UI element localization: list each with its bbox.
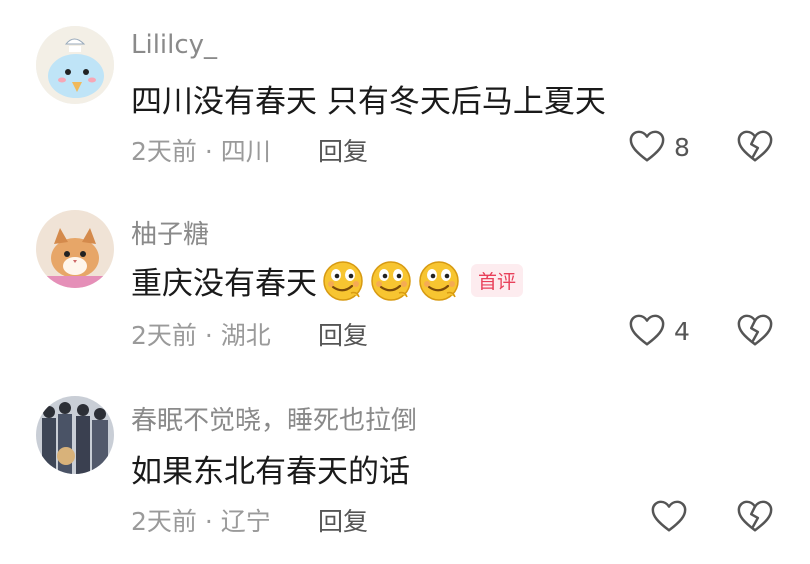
- username[interactable]: 春眠不觉晓，睡死也拉倒: [131, 400, 417, 437]
- comment-text: 重庆没有春天 首评: [131, 258, 524, 303]
- comment-item: 柚子糖 重庆没有春天 首评 2天前 · 湖北 回复 4: [0, 188, 810, 378]
- heart-icon: [628, 312, 666, 350]
- dislike-button[interactable]: [736, 498, 774, 540]
- comment-text-content: 如果东北有春天的话: [131, 454, 410, 490]
- username[interactable]: Lililcy_: [131, 30, 217, 60]
- username[interactable]: 柚子糖: [131, 214, 209, 251]
- first-comment-badge: 首评: [471, 264, 524, 297]
- like-button[interactable]: [650, 498, 688, 536]
- like-button[interactable]: 8: [628, 128, 690, 166]
- reply-button[interactable]: 回复: [318, 502, 368, 538]
- comment-text: 如果东北有春天的话: [131, 446, 410, 491]
- dislike-button[interactable]: [736, 128, 774, 170]
- broken-heart-icon: [736, 128, 774, 166]
- broken-heart-icon: [736, 498, 774, 536]
- time-location: 2天前 · 辽宁: [131, 507, 271, 536]
- comment-text: 四川没有春天 只有冬天后马上夏天: [131, 76, 606, 121]
- kitten-avatar-icon[interactable]: [36, 210, 114, 288]
- smirk-emoji-icon: [321, 259, 365, 303]
- broken-heart-icon: [736, 312, 774, 350]
- comment-item: 春眠不觉晓，睡死也拉倒 如果东北有春天的话 2天前 · 辽宁 回复: [0, 378, 810, 564]
- heart-icon: [650, 498, 688, 536]
- comment-text-content: 重庆没有春天: [131, 266, 317, 302]
- smirk-emoji-icon: [369, 259, 413, 303]
- comment-item: Lililcy_ 四川没有春天 只有冬天后马上夏天 2天前 · 四川 回复 8: [0, 0, 810, 188]
- cartoon-whale-avatar-icon[interactable]: [36, 26, 114, 104]
- dislike-button[interactable]: [736, 312, 774, 354]
- heart-icon: [628, 128, 666, 166]
- time-location: 2天前 · 湖北: [131, 321, 271, 350]
- comment-text-content: 四川没有春天 只有冬天后马上夏天: [131, 84, 606, 120]
- like-count: 8: [674, 132, 690, 162]
- like-count: 4: [674, 316, 690, 346]
- reply-button[interactable]: 回复: [318, 132, 368, 168]
- like-button[interactable]: 4: [628, 312, 690, 350]
- group-photo-avatar-icon[interactable]: [36, 396, 114, 474]
- reply-button[interactable]: 回复: [318, 316, 368, 352]
- smirk-emoji-icon: [417, 259, 461, 303]
- time-location: 2天前 · 四川: [131, 137, 271, 166]
